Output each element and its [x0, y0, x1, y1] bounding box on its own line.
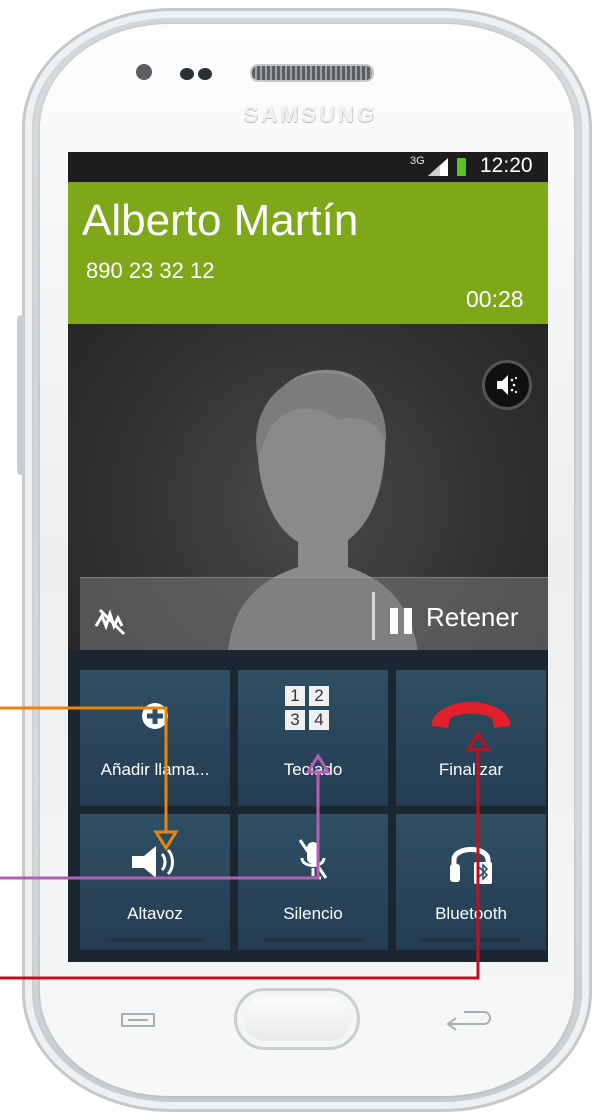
caller-number: 890 23 32 12 [86, 258, 215, 283]
network-type: 3G [410, 155, 425, 167]
phone-screen: 3G 12:20 Alberto Martín 890 23 32 12 00:… [68, 152, 548, 962]
noise-reduction-icon[interactable] [94, 606, 130, 636]
call-actions-grid: Añadir llama... 1 2 3 4 Teclado Finaliza… [68, 650, 548, 962]
keypad-label: Teclado [283, 760, 343, 779]
mute-indicator [263, 938, 363, 942]
front-camera [136, 64, 152, 80]
speaker-volume-icon [497, 375, 518, 395]
keypad-digit-4: 4 [309, 710, 329, 730]
light-sensor [198, 68, 212, 80]
pause-icon[interactable] [390, 608, 414, 634]
bluetooth-button[interactable]: Bluetooth [396, 814, 546, 950]
home-button[interactable] [234, 988, 360, 1050]
speaker-button[interactable]: Altavoz [80, 814, 230, 950]
bluetooth-headset-icon [450, 847, 492, 884]
clock: 12:20 [480, 154, 533, 177]
keypad-digit-2: 2 [309, 686, 329, 706]
keypad-digit-3: 3 [285, 710, 305, 730]
in-call-volume-button[interactable] [482, 360, 532, 410]
keypad-button[interactable]: 1 2 3 4 Teclado [238, 670, 388, 806]
mute-label: Silencio [283, 904, 343, 923]
control-divider [372, 592, 375, 640]
add-call-icon [142, 703, 168, 729]
add-call-label: Añadir llama... [100, 760, 210, 779]
speaker-icon [132, 846, 174, 878]
volume-side-key [17, 315, 25, 475]
bluetooth-indicator [421, 938, 521, 942]
microphone-muted-icon [298, 839, 328, 880]
hold-button-label[interactable]: Retener [426, 602, 519, 633]
status-bar: 3G 12:20 [68, 152, 548, 182]
speaker-label: Altavoz [127, 904, 183, 923]
proximity-sensor [180, 68, 194, 80]
keypad-digit-1: 1 [285, 686, 305, 706]
call-duration: 00:28 [466, 286, 524, 312]
end-call-button[interactable]: Finalizar [396, 670, 546, 806]
add-call-button[interactable]: Añadir llama... [80, 670, 230, 806]
signal-icon [428, 158, 448, 176]
brand-logo: SAMSUNG [243, 102, 377, 127]
call-control-bar: Retener [80, 577, 548, 650]
earpiece-speaker [250, 64, 374, 82]
bluetooth-label: Bluetooth [435, 904, 507, 923]
speaker-indicator [105, 938, 205, 942]
caller-name: Alberto Martín [82, 196, 359, 245]
battery-icon [457, 158, 466, 176]
mute-button[interactable]: Silencio [238, 814, 388, 950]
back-key-icon[interactable] [440, 1004, 496, 1036]
menu-key-icon[interactable] [120, 1012, 156, 1028]
end-call-icon [431, 702, 511, 728]
caller-info-bar: Alberto Martín 890 23 32 12 00:28 [68, 182, 548, 324]
end-call-label: Finalizar [438, 760, 504, 779]
